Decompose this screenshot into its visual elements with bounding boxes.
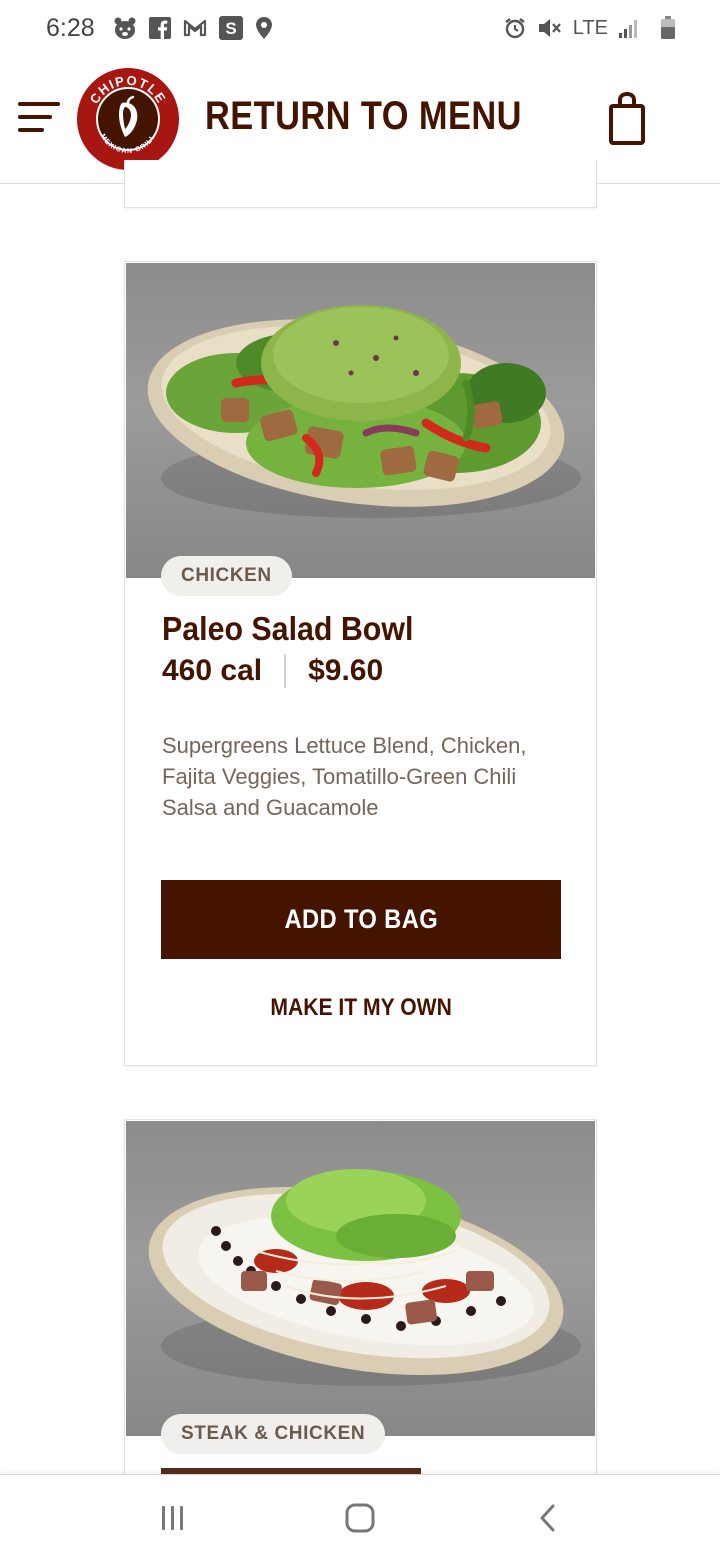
alarm-icon: [503, 16, 527, 40]
system-nav-bar: [0, 1474, 720, 1560]
item-name: Paleo Salad Bowl: [162, 610, 414, 647]
recent-apps-icon: [162, 1506, 183, 1530]
paleo-salad-bowl-image: [126, 263, 595, 578]
location-icon: [255, 16, 273, 40]
hamburger-icon: [18, 102, 60, 132]
status-right: LTE: [503, 16, 676, 40]
protein-tag: CHICKEN: [161, 556, 292, 596]
facebook-icon: [148, 17, 171, 39]
hamburger-menu-button[interactable]: [18, 100, 62, 134]
next-bowl-image: [126, 1121, 595, 1436]
status-time: 6:28: [46, 13, 95, 42]
signal-icon: [618, 17, 640, 39]
return-to-menu-link[interactable]: RETURN TO MENU: [205, 94, 522, 139]
gmail-icon: [183, 18, 207, 38]
protein-tag-next: STEAK & CHICKEN: [161, 1414, 386, 1454]
add-to-bag-label: ADD TO BAG: [284, 904, 438, 934]
status-bar: 6:28 S LTE: [0, 0, 720, 56]
make-it-my-own-link[interactable]: MAKE IT MY OWN: [161, 994, 561, 1022]
home-button[interactable]: [340, 1500, 380, 1536]
item-meta: 460 cal $9.60: [162, 654, 383, 688]
home-icon: [345, 1503, 375, 1533]
menu-card: CHICKEN Paleo Salad Bowl 460 cal $9.60 S…: [124, 261, 597, 1066]
back-chevron-icon: [540, 1504, 555, 1532]
item-calories: 460 cal: [162, 654, 263, 687]
item-description: Supergreens Lettuce Blend, Chicken, Faji…: [162, 733, 527, 820]
menu-card-previous: [124, 160, 597, 208]
shopping-bag-icon: [609, 91, 645, 145]
status-left: 6:28 S: [46, 14, 273, 43]
item-price: $9.60: [308, 654, 384, 687]
svg-text:S: S: [225, 19, 236, 38]
s-app-icon: S: [218, 16, 243, 40]
chipotle-logo[interactable]: CHIPOTLE MEXICAN GRILL: [76, 67, 180, 171]
bag-button[interactable]: [608, 91, 648, 146]
network-label: LTE: [572, 16, 608, 39]
mute-icon: [537, 16, 563, 40]
add-to-bag-button[interactable]: ADD TO BAG: [161, 880, 561, 959]
make-it-my-own-label: MAKE IT MY OWN: [270, 994, 452, 1021]
meta-divider: [284, 654, 287, 688]
back-button[interactable]: [528, 1500, 568, 1536]
battery-icon: [660, 16, 676, 40]
bear-app-icon: [113, 16, 137, 40]
recent-apps-button[interactable]: [153, 1500, 193, 1536]
